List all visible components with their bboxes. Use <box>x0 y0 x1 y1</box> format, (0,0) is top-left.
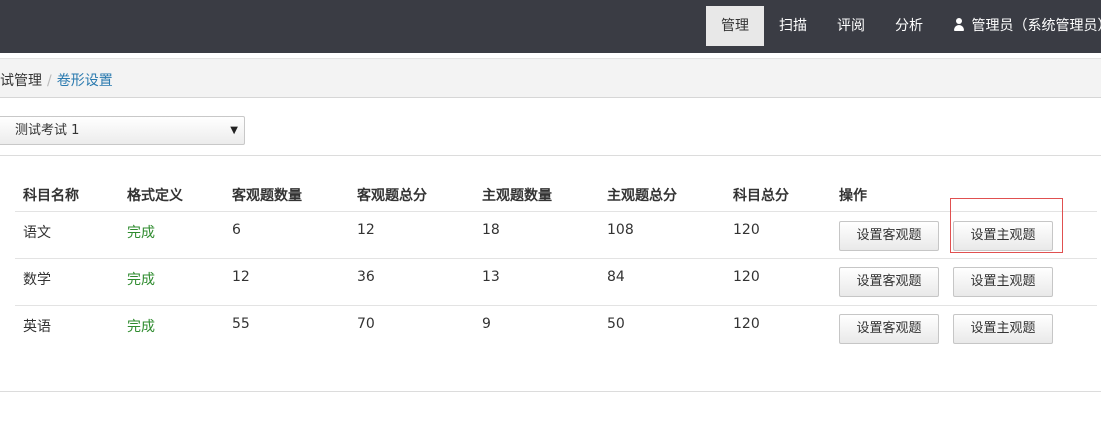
breadcrumb-current[interactable]: 卷形设置 <box>57 73 113 89</box>
header-subject: 科目名称 <box>23 188 79 204</box>
header-subj-count: 主观题数量 <box>482 188 552 204</box>
set-subjective-button[interactable]: 设置主观题 <box>953 314 1053 344</box>
nav-manage[interactable]: 管理 <box>706 6 764 46</box>
cell-format-status: 完成 <box>127 225 155 241</box>
header-obj-score: 客观题总分 <box>357 188 427 204</box>
header-total: 科目总分 <box>733 188 789 204</box>
row-divider <box>15 258 1097 259</box>
row-divider <box>15 305 1097 306</box>
header-obj-count: 客观题数量 <box>232 188 302 204</box>
breadcrumb: 考试管理 / 卷形设置 <box>0 70 113 90</box>
set-objective-button[interactable]: 设置客观题 <box>839 267 939 297</box>
top-navbar: 管理 扫描 评阅 分析 管理员（系统管理员） <box>0 0 1101 53</box>
set-objective-button[interactable]: 设置客观题 <box>839 221 939 251</box>
nav-review[interactable]: 评阅 <box>837 6 865 46</box>
cell-obj-count: 55 <box>232 316 250 332</box>
user-icon <box>953 18 965 32</box>
cell-obj-score: 70 <box>357 316 375 332</box>
breadcrumb-bar: 考试管理 / 卷形设置 <box>0 58 1101 98</box>
nav-analysis[interactable]: 分析 <box>895 6 923 46</box>
cell-subj-score: 108 <box>607 222 634 238</box>
cell-subject: 英语 <box>23 319 51 335</box>
breadcrumb-separator: / <box>47 73 52 89</box>
highlight-annotation-box <box>950 198 1063 253</box>
cell-subj-count: 9 <box>482 316 491 332</box>
divider <box>0 391 1101 392</box>
exam-select-value: 测试考试 1 <box>15 123 80 138</box>
breadcrumb-parent[interactable]: 考试管理 <box>0 73 42 89</box>
cell-total: 120 <box>733 316 760 332</box>
header-format: 格式定义 <box>127 188 183 204</box>
set-subjective-button[interactable]: 设置主观题 <box>953 267 1053 297</box>
dropdown-arrow-icon: ▼ <box>230 125 238 136</box>
cell-format-status: 完成 <box>127 272 155 288</box>
cell-subj-count: 18 <box>482 222 500 238</box>
cell-total: 120 <box>733 269 760 285</box>
set-objective-button[interactable]: 设置客观题 <box>839 314 939 344</box>
nav-scan[interactable]: 扫描 <box>779 6 807 46</box>
cell-obj-score: 12 <box>357 222 375 238</box>
header-actions: 操作 <box>839 188 867 204</box>
cell-obj-score: 36 <box>357 269 375 285</box>
cell-total: 120 <box>733 222 760 238</box>
cell-subj-count: 13 <box>482 269 500 285</box>
cell-subj-score: 84 <box>607 269 625 285</box>
cell-format-status: 完成 <box>127 319 155 335</box>
exam-select[interactable]: 测试考试 1 ▼ <box>0 116 245 145</box>
row-divider <box>15 211 1097 212</box>
cell-subj-score: 50 <box>607 316 625 332</box>
divider <box>0 155 1101 156</box>
cell-subject: 语文 <box>23 225 51 241</box>
user-label: 管理员（系统管理员） <box>971 18 1101 34</box>
cell-subject: 数学 <box>23 272 51 288</box>
nav-user-menu[interactable]: 管理员（系统管理员） <box>953 6 1101 46</box>
cell-obj-count: 6 <box>232 222 241 238</box>
cell-obj-count: 12 <box>232 269 250 285</box>
header-subj-score: 主观题总分 <box>607 188 677 204</box>
